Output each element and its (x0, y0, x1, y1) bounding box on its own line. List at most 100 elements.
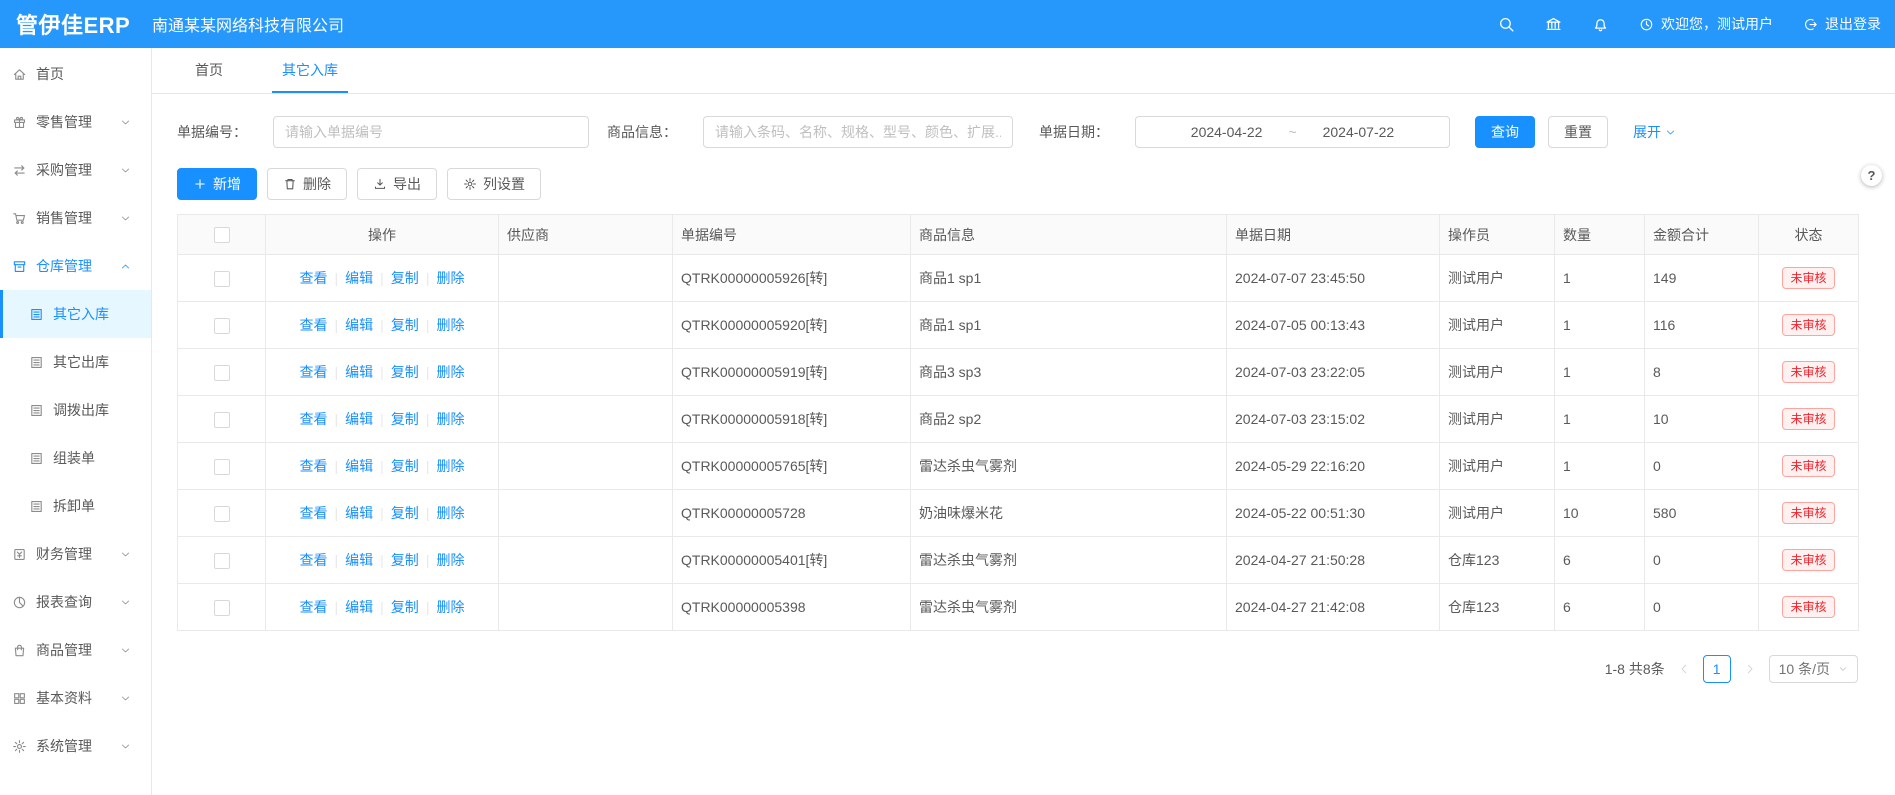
sidebar-item-purchase[interactable]: 采购管理 (0, 146, 151, 194)
bill-no-input[interactable] (273, 116, 589, 148)
bank-icon[interactable] (1545, 16, 1562, 33)
row-action-copy[interactable]: 复制 (391, 411, 419, 427)
tab-other-in[interactable]: 其它入库 (272, 48, 348, 93)
sidebar-item-label: 系统管理 (36, 736, 92, 756)
cell-status: 未审核 (1759, 349, 1859, 396)
download-icon (373, 177, 387, 191)
action-separator: | (426, 505, 430, 521)
sidebar-item-warehouse[interactable]: 仓库管理 (0, 242, 151, 290)
cell-bill_no: QTRK00000005398 (673, 584, 911, 631)
sidebar-item-basic[interactable]: 基本资料 (0, 674, 151, 722)
trash-icon (283, 177, 297, 191)
goods-info-label: 商品信息： (607, 122, 677, 142)
row-action-view[interactable]: 查看 (300, 411, 328, 427)
row-checkbox[interactable] (214, 271, 230, 287)
row-action-copy[interactable]: 复制 (391, 599, 419, 615)
sidebar-item-retail[interactable]: 零售管理 (0, 98, 151, 146)
sidebar-item-system[interactable]: 系统管理 (0, 722, 151, 770)
sidebar-item-disassembly[interactable]: 拆卸单 (0, 482, 151, 530)
select-all-checkbox[interactable] (214, 227, 230, 243)
row-actions-cell: 查看|编辑|复制|删除 (266, 349, 499, 396)
action-separator: | (380, 599, 384, 615)
row-action-view[interactable]: 查看 (300, 317, 328, 333)
row-action-copy[interactable]: 复制 (391, 552, 419, 568)
row-action-copy[interactable]: 复制 (391, 270, 419, 286)
sidebar-item-label: 调拨出库 (53, 400, 109, 420)
export-button[interactable]: 导出 (357, 168, 437, 200)
welcome-user[interactable]: 欢迎您，测试用户 (1639, 14, 1773, 34)
add-button[interactable]: 新增 (177, 168, 257, 200)
row-action-edit[interactable]: 编辑 (345, 458, 373, 474)
row-action-view[interactable]: 查看 (300, 599, 328, 615)
row-action-edit[interactable]: 编辑 (345, 270, 373, 286)
delete-button[interactable]: 删除 (267, 168, 347, 200)
sidebar-item-home[interactable]: 首页 (0, 50, 151, 98)
row-action-edit[interactable]: 编辑 (345, 552, 373, 568)
row-action-delete[interactable]: 删除 (436, 599, 464, 615)
sidebar-item-other-in[interactable]: 其它入库 (0, 290, 151, 338)
column-settings-button[interactable]: 列设置 (447, 168, 541, 200)
sidebar-item-assembly[interactable]: 组装单 (0, 434, 151, 482)
chevron-down-icon (120, 693, 131, 704)
search-button[interactable]: 查询 (1475, 116, 1535, 148)
row-action-view[interactable]: 查看 (300, 505, 328, 521)
sidebar-item-reports[interactable]: 报表查询 (0, 578, 151, 626)
pagination: 1-8 共8条 1 10 条/页 (177, 655, 1858, 683)
row-action-edit[interactable]: 编辑 (345, 317, 373, 333)
row-checkbox[interactable] (214, 318, 230, 334)
row-action-delete[interactable]: 删除 (436, 458, 464, 474)
row-action-view[interactable]: 查看 (300, 270, 328, 286)
row-checkbox[interactable] (214, 553, 230, 569)
row-action-copy[interactable]: 复制 (391, 317, 419, 333)
row-action-edit[interactable]: 编辑 (345, 505, 373, 521)
row-action-delete[interactable]: 删除 (436, 411, 464, 427)
date-start-value[interactable]: 2024-04-22 (1191, 124, 1263, 140)
row-action-copy[interactable]: 复制 (391, 364, 419, 380)
row-action-delete[interactable]: 删除 (436, 552, 464, 568)
row-action-delete[interactable]: 删除 (436, 505, 464, 521)
row-action-edit[interactable]: 编辑 (345, 599, 373, 615)
prev-page-icon[interactable] (1678, 663, 1690, 675)
sidebar-item-sales[interactable]: 销售管理 (0, 194, 151, 242)
reset-button[interactable]: 重置 (1548, 116, 1608, 148)
search-icon[interactable] (1498, 16, 1515, 33)
row-action-delete[interactable]: 删除 (436, 270, 464, 286)
status-badge: 未审核 (1782, 549, 1834, 571)
row-checkbox[interactable] (214, 600, 230, 616)
row-action-view[interactable]: 查看 (300, 458, 328, 474)
logout-button[interactable]: 退出登录 (1803, 14, 1881, 34)
expand-filters-link[interactable]: 展开 (1633, 122, 1676, 142)
row-checkbox[interactable] (214, 365, 230, 381)
row-action-view[interactable]: 查看 (300, 364, 328, 380)
page-number-button[interactable]: 1 (1703, 655, 1731, 683)
cell-status: 未审核 (1759, 255, 1859, 302)
row-checkbox[interactable] (214, 412, 230, 428)
bell-icon[interactable] (1592, 16, 1609, 33)
row-action-copy[interactable]: 复制 (391, 505, 419, 521)
row-action-delete[interactable]: 删除 (436, 317, 464, 333)
date-range-input[interactable]: 2024-04-22 ~ 2024-07-22 (1135, 116, 1450, 148)
cell-bill_no: QTRK00000005918[转] (673, 396, 911, 443)
tab-home[interactable]: 首页 (185, 48, 233, 93)
sidebar-item-transfer-out[interactable]: 调拨出库 (0, 386, 151, 434)
date-end-value[interactable]: 2024-07-22 (1323, 124, 1395, 140)
goods-info-input[interactable] (703, 116, 1013, 148)
sidebar-item-finance[interactable]: 财务管理 (0, 530, 151, 578)
row-checkbox[interactable] (214, 459, 230, 475)
page-size-select[interactable]: 10 条/页 (1769, 655, 1858, 683)
delete-button-label: 删除 (303, 174, 331, 194)
cell-status: 未审核 (1759, 490, 1859, 537)
row-action-edit[interactable]: 编辑 (345, 364, 373, 380)
sidebar-item-other-out[interactable]: 其它出库 (0, 338, 151, 386)
next-page-icon[interactable] (1744, 663, 1756, 675)
row-checkbox[interactable] (214, 506, 230, 522)
row-action-edit[interactable]: 编辑 (345, 411, 373, 427)
help-button[interactable]: ? (1861, 165, 1882, 186)
row-action-view[interactable]: 查看 (300, 552, 328, 568)
row-action-delete[interactable]: 删除 (436, 364, 464, 380)
sidebar-item-goods[interactable]: 商品管理 (0, 626, 151, 674)
row-actions-cell: 查看|编辑|复制|删除 (266, 537, 499, 584)
row-action-copy[interactable]: 复制 (391, 458, 419, 474)
logout-icon (1803, 17, 1818, 32)
table-row: 查看|编辑|复制|删除QTRK00000005926[转]商品1 sp12024… (178, 255, 1859, 302)
